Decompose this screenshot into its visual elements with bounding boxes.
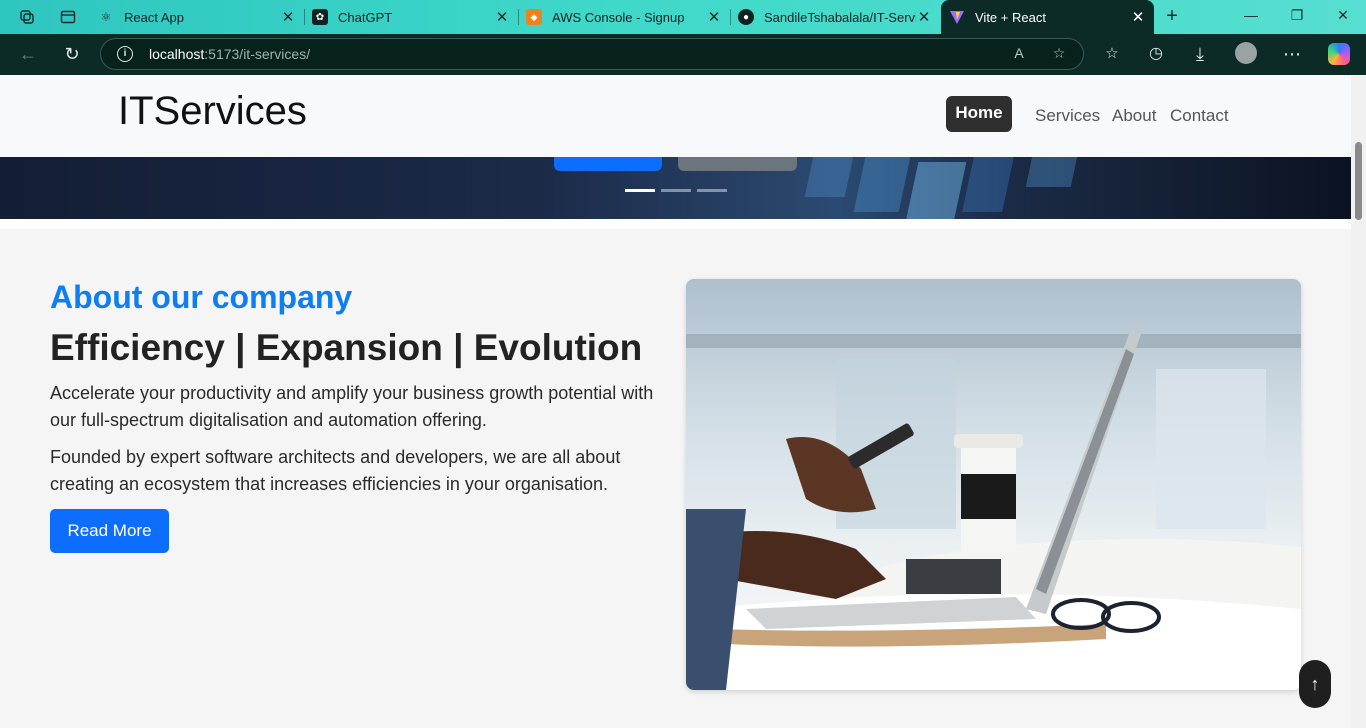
about-paragraph-1: Accelerate your productivity and amplify… (50, 383, 654, 430)
restore-icon[interactable]: ❐ (1287, 7, 1307, 27)
window-close-icon[interactable]: ✕ (1333, 7, 1353, 27)
react-icon: ⚛ (100, 10, 112, 24)
hero-secondary-button[interactable] (678, 157, 797, 171)
tab-github[interactable]: ● SandileTshabalala/IT-Service ✕ (730, 3, 940, 31)
close-icon[interactable]: ✕ (280, 8, 296, 26)
history-icon[interactable]: ◷ (1144, 43, 1168, 67)
close-icon[interactable]: ✕ (706, 8, 722, 26)
hero-primary-button[interactable] (554, 157, 662, 171)
back-icon[interactable]: ← (16, 43, 40, 67)
about-section-title: About our company (50, 279, 353, 315)
scroll-to-top-button[interactable]: ↑ (1299, 660, 1331, 708)
page-viewport: ITServices Home Services About Contact A… (0, 75, 1351, 728)
about-image (686, 279, 1301, 690)
nav-about[interactable]: About (1112, 106, 1156, 126)
brand-logo[interactable]: ITServices (118, 89, 307, 134)
tab-title: AWS Console - Signup (552, 9, 685, 25)
github-icon: ● (738, 9, 754, 25)
tab-vite-react[interactable]: Vite + React ✕ (941, 0, 1154, 34)
refresh-icon[interactable]: ↻ (60, 43, 84, 67)
favorite-star-icon[interactable]: ☆ (1049, 45, 1069, 65)
favorites-icon[interactable]: ☆ (1100, 43, 1124, 67)
tab-chatgpt[interactable]: ✿ ChatGPT ✕ (304, 3, 519, 31)
tab-title: React App (124, 9, 184, 25)
vite-icon (949, 9, 965, 25)
tab-title: ChatGPT (338, 9, 393, 25)
read-more-button[interactable]: Read More (50, 509, 169, 553)
profile-avatar[interactable] (1235, 42, 1257, 64)
site-info-icon[interactable]: i (117, 46, 133, 62)
page-scrollbar[interactable] (1351, 75, 1366, 728)
scrollbar-thumb[interactable] (1355, 142, 1362, 220)
about-paragraph-2: Founded by expert software architects an… (50, 447, 621, 494)
close-icon[interactable]: ✕ (916, 8, 932, 26)
tab-title: Vite + React (975, 9, 1046, 25)
close-icon[interactable]: ✕ (1130, 8, 1146, 26)
chatgpt-icon: ✿ (312, 9, 328, 25)
nav-home[interactable]: Home (946, 96, 1012, 132)
minimize-icon[interactable]: — (1241, 7, 1261, 27)
about-headline: Efficiency | Expansion | Evolution (50, 327, 643, 368)
close-icon[interactable]: ✕ (494, 8, 510, 26)
url-text[interactable]: localhost:5173/it-services/ (149, 46, 310, 62)
nav-contact[interactable]: Contact (1170, 106, 1229, 126)
carousel-indicator-3[interactable] (697, 189, 727, 192)
tab-aws-console[interactable]: ◆ AWS Console - Signup ✕ (518, 3, 731, 31)
tab-actions-icon[interactable] (58, 7, 78, 27)
new-tab-button[interactable]: + (1160, 5, 1184, 29)
read-aloud-icon[interactable]: A (1009, 45, 1029, 65)
carousel-indicator-2[interactable] (661, 189, 691, 192)
copilot-icon[interactable] (1328, 43, 1350, 65)
download-icon[interactable]: ⤓ (1188, 43, 1212, 67)
site-navbar: ITServices Home Services About Contact (0, 75, 1351, 157)
tab-title: SandileTshabalala/IT-Service (764, 9, 916, 25)
workspaces-icon[interactable] (17, 7, 37, 27)
tab-react-app[interactable]: ⚛ React App ✕ (90, 3, 305, 31)
address-bar[interactable]: i localhost:5173/it-services/ A ☆ (100, 38, 1084, 70)
nav-services[interactable]: Services (1035, 106, 1100, 126)
carousel-indicator-1[interactable] (625, 189, 655, 192)
hero-carousel (0, 157, 1351, 219)
address-toolbar: ← ↻ i localhost:5173/it-services/ A ☆ ☆ … (0, 34, 1366, 75)
browser-tab-strip: ⚛ React App ✕ ✿ ChatGPT ✕ ◆ AWS Console … (0, 0, 1366, 34)
more-options-icon[interactable]: ⋯ (1280, 43, 1304, 67)
aws-icon: ◆ (526, 9, 542, 25)
